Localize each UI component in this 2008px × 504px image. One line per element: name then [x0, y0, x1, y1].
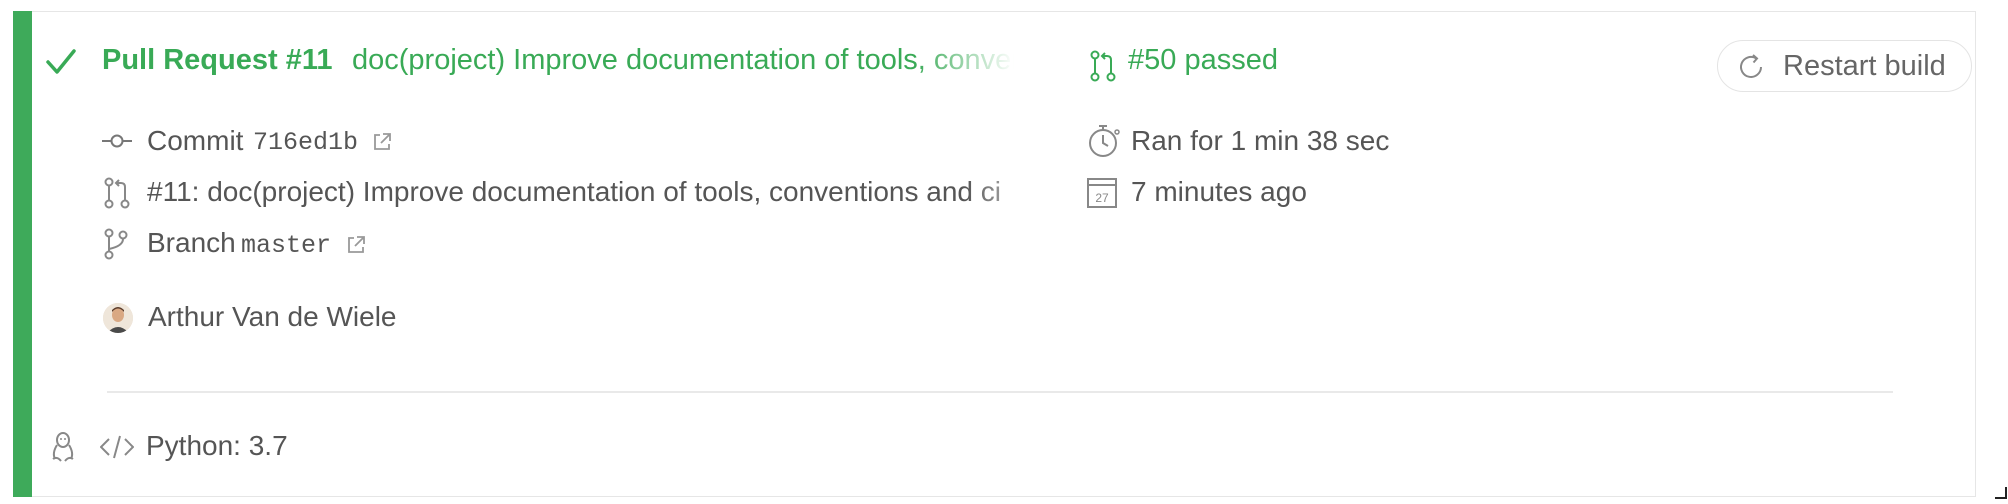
stopwatch-icon [1086, 122, 1122, 160]
branch-label: Branch [147, 227, 236, 258]
commit-label: Commit [147, 125, 244, 156]
pull-request-link[interactable]: #11: doc(project) Improve documentation … [147, 176, 1057, 208]
commit-sha-link[interactable]: 716ed1b [253, 128, 358, 157]
language-text: Python: 3.7 [146, 430, 288, 461]
restart-build-label: Restart build [1783, 50, 1946, 82]
pull-request-icon [104, 177, 130, 209]
calendar-day: 27 [1095, 191, 1109, 205]
external-link-icon[interactable] [346, 235, 366, 255]
branch-name-link[interactable]: master [241, 231, 331, 260]
calendar-icon: 27 [1087, 178, 1117, 208]
avatar [103, 303, 133, 333]
check-icon [45, 48, 77, 76]
finished-time: 7 minutes ago [1131, 176, 1307, 207]
restart-build-button[interactable]: Restart build [1717, 40, 1972, 92]
resize-handle[interactable] [1993, 485, 2007, 499]
restart-icon [1736, 52, 1766, 82]
linux-icon [50, 431, 76, 463]
branch-icon [104, 228, 128, 260]
divider [107, 391, 1893, 393]
code-icon [100, 435, 134, 459]
author-name: Arthur Van de Wiele [148, 301, 397, 332]
pull-request-icon [1090, 50, 1116, 82]
duration-text: Ran for 1 min 38 sec [1131, 125, 1390, 156]
status-stripe [13, 11, 32, 497]
pr-message-link[interactable]: doc(project) Improve documentation of to… [352, 44, 1014, 77]
pr-title-link[interactable]: Pull Request #11 [102, 44, 333, 77]
external-link-icon[interactable] [372, 132, 392, 152]
commit-icon [102, 131, 132, 151]
build-status-link[interactable]: #50 passed [1128, 44, 1278, 77]
